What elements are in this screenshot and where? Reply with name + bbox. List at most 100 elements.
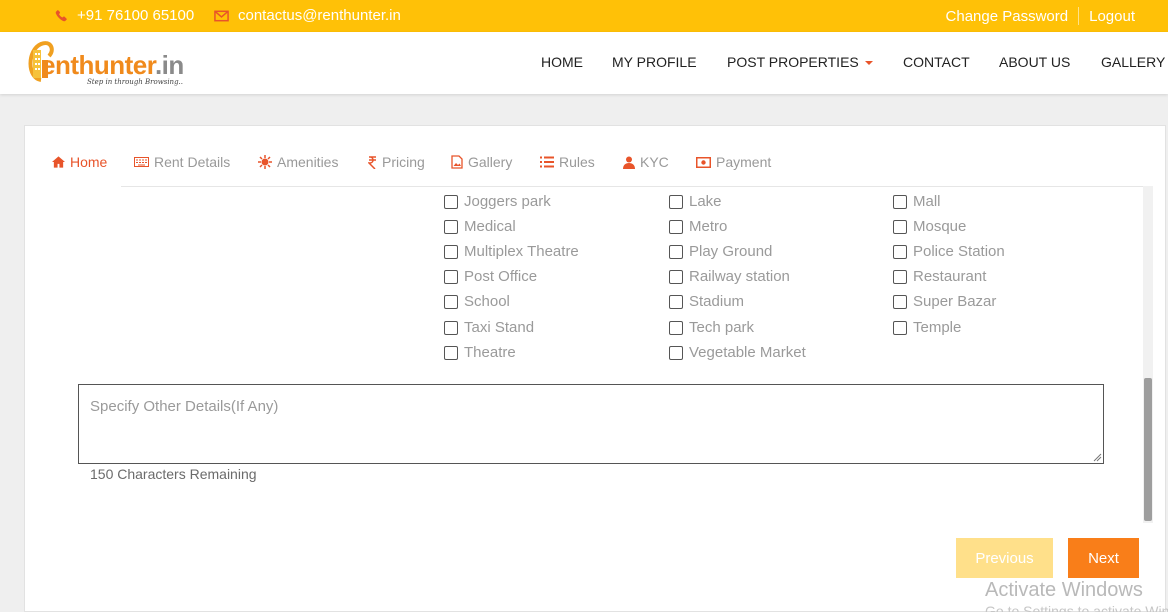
logo-tagline: Step in through Browsing.. [87,78,184,86]
resize-grip-icon[interactable] [1093,453,1102,462]
checkbox[interactable] [669,269,683,284]
tab-kyc[interactable]: KYC [623,154,669,170]
activate-windows-watermark: Activate Windows [985,579,1143,601]
wizard-tabs: Home Rent Details Amenities Pricing Gall… [25,126,1165,186]
nav-about-us[interactable]: ABOUT US [999,54,1070,70]
amenity-checkbox-item[interactable]: Taxi Stand [444,319,534,336]
nav-home[interactable]: HOME [541,54,583,70]
amenity-checkbox-item[interactable]: Police Station [893,243,1005,260]
image-icon [451,155,463,169]
checkbox[interactable] [669,294,683,309]
tab-label: Gallery [468,154,513,170]
checkbox[interactable] [669,219,683,234]
tab-gallery[interactable]: Gallery [451,154,512,170]
amenity-label: Railway station [689,268,790,285]
checkbox[interactable] [669,320,683,335]
checkbox[interactable] [893,194,907,209]
scrollbar-thumb[interactable] [1144,378,1152,521]
amenity-checkbox-item[interactable]: Theatre [444,344,516,361]
scrollbar[interactable] [1143,186,1153,523]
amenity-label: Stadium [689,293,745,310]
amenity-checkbox-item[interactable]: Metro [669,218,727,235]
amenity-checkbox-item[interactable]: Super Bazar [893,293,996,310]
tab-pricing[interactable]: Pricing [368,154,425,170]
amenity-checkbox-item[interactable]: Post Office [444,268,537,285]
checkbox[interactable] [669,345,683,360]
amenity-checkbox-item[interactable]: Restaurant [893,268,986,285]
tab-label: KYC [640,154,669,170]
checkbox[interactable] [444,345,458,360]
logout-link[interactable]: Logout [1089,8,1135,25]
checkbox[interactable] [444,219,458,234]
nav-gallery[interactable]: GALLERY [1101,54,1165,70]
keyboard-icon [134,157,149,167]
checkbox[interactable] [444,294,458,309]
tab-divider [121,186,1153,187]
checkbox[interactable] [893,320,907,335]
tab-home[interactable]: Home [52,154,107,170]
tab-label: Pricing [382,154,425,170]
amenity-label: Mosque [913,218,967,235]
amenity-checkbox-item[interactable]: Lake [669,193,722,210]
checkbox[interactable] [444,194,458,209]
amenity-checkbox-item[interactable]: Stadium [669,293,744,310]
nav-contact[interactable]: CONTACT [903,54,970,70]
tab-label: Rent Details [154,154,231,170]
checkbox[interactable] [669,244,683,259]
characters-remaining: 150 Characters Remaining [90,466,257,482]
tab-label: Payment [716,154,772,170]
tab-payment[interactable]: Payment [696,154,771,170]
sun-icon [258,155,272,169]
amenity-checkbox-item[interactable]: Joggers park [444,193,551,210]
amenity-label: Vegetable Market [689,344,806,361]
checkbox[interactable] [893,269,907,284]
amenity-checkbox-item[interactable]: Mosque [893,218,966,235]
amenity-checkbox-item[interactable]: Vegetable Market [669,344,806,361]
amenity-checkbox-item[interactable]: Temple [893,319,961,336]
checkbox[interactable] [893,294,907,309]
change-password-link[interactable]: Change Password [946,8,1069,25]
checkbox[interactable] [444,320,458,335]
amenity-label: Tech park [689,319,755,336]
amenity-label: Taxi Stand [464,319,535,336]
amenity-label: Super Bazar [913,293,997,310]
textarea-placeholder: Specify Other Details(If Any) [90,398,279,415]
activate-windows-subtext: Go to Settings to activate Windows. [985,603,1168,612]
checkbox[interactable] [444,244,458,259]
amenity-label: Play Ground [689,243,773,260]
amenity-checkbox-item[interactable]: Mall [893,193,941,210]
tab-rent-details[interactable]: Rent Details [134,154,230,170]
checkbox[interactable] [893,244,907,259]
nav-my-profile[interactable]: MY PROFILE [612,54,697,70]
tab-rules[interactable]: Rules [540,154,595,170]
money-icon [696,156,711,168]
user-icon [623,156,635,169]
next-button[interactable]: Next [1068,538,1139,578]
amenity-checkbox-item[interactable]: School [444,293,510,310]
other-details-textarea[interactable]: Specify Other Details(If Any) [78,384,1104,464]
nav-post-properties[interactable]: POST PROPERTIES [727,54,873,70]
tab-amenities[interactable]: Amenities [258,154,338,170]
phone-contact[interactable]: +91 76100 65100 [55,7,194,24]
caret-down-icon [864,61,873,66]
main-nav: HOME MY PROFILE POST PROPERTIES CONTACT … [0,54,1168,74]
email-contact[interactable]: contactus@renthunter.in [214,7,401,24]
amenity-label: Joggers park [464,193,551,210]
site-header: enthunter.in Step in through Browsing.. … [0,32,1168,94]
amenity-checkbox-item[interactable]: Tech park [669,319,754,336]
email-address: contactus@renthunter.in [238,7,401,24]
amenity-checkbox-item[interactable]: Play Ground [669,243,772,260]
tab-label: Amenities [277,154,339,170]
amenity-label: Metro [689,218,728,235]
checkbox[interactable] [893,219,907,234]
checkbox[interactable] [444,269,458,284]
phone-icon [55,9,68,22]
amenity-checkbox-item[interactable]: Multiplex Theatre [444,243,579,260]
checkbox[interactable] [669,194,683,209]
top-bar: +91 76100 65100 contactus@renthunter.in … [0,0,1168,32]
previous-button[interactable]: Previous [956,538,1053,578]
amenity-label: Medical [464,218,516,235]
amenity-label: Theatre [464,344,516,361]
amenity-checkbox-item[interactable]: Medical [444,218,516,235]
amenity-checkbox-item[interactable]: Railway station [669,268,790,285]
